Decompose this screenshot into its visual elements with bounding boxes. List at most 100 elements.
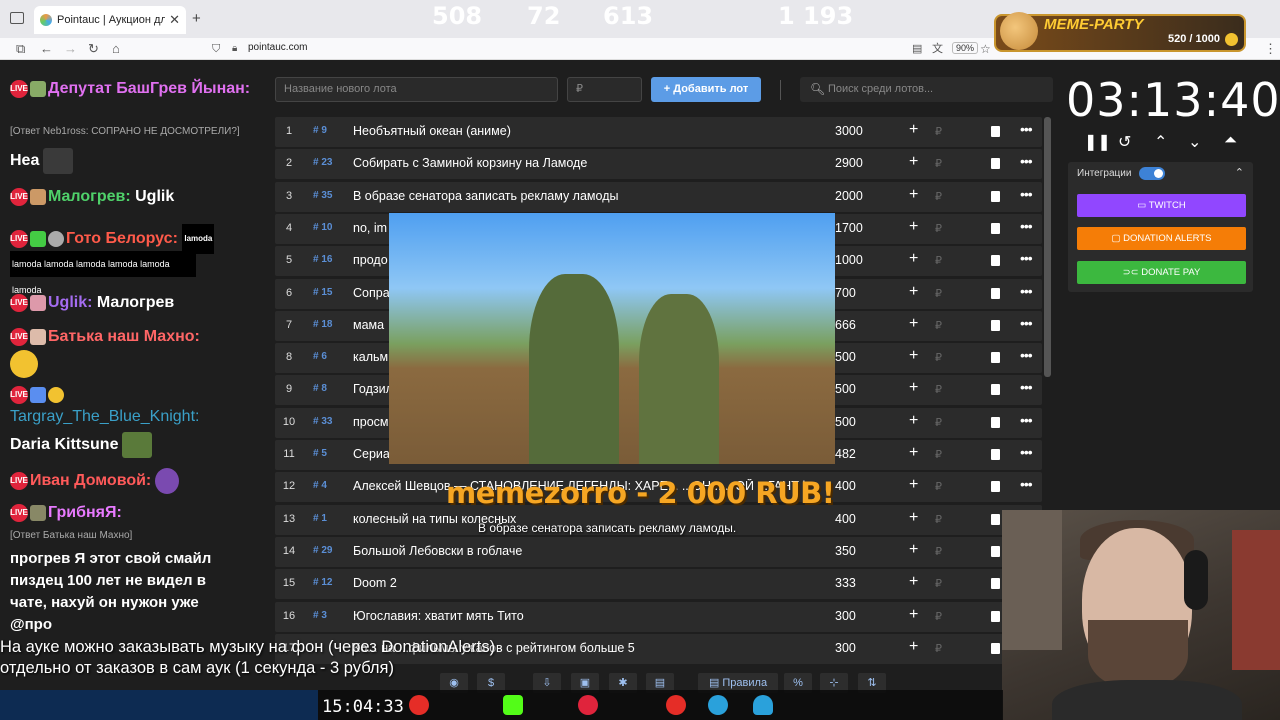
donation-alerts-button[interactable]: ▢ DONATION ALERTS — [1077, 227, 1246, 250]
lot-name[interactable]: Большой Лебовски в гоблаче — [353, 544, 823, 558]
lot-row[interactable]: 1 # 9 Необъятный океан (аниме) 3000 + ₽ ••• — [275, 117, 1042, 147]
add-amount-icon[interactable]: + — [909, 379, 918, 397]
add-amount-icon[interactable]: + — [909, 412, 918, 430]
more-options-icon[interactable]: ••• — [1020, 250, 1033, 266]
more-options-icon[interactable]: ••• — [1020, 347, 1033, 363]
add-amount-icon[interactable]: + — [909, 283, 918, 301]
reload-icon[interactable]: ↻ — [88, 41, 99, 57]
delete-icon[interactable] — [991, 287, 1000, 299]
add-amount-icon[interactable]: + — [909, 509, 918, 527]
delete-icon[interactable] — [991, 513, 1000, 525]
lot-row[interactable]: 16# 3Югославия: хватит мять Тито300+₽••• — [275, 601, 1042, 632]
lot-search-input[interactable]: 🔍︎ Поиск среди лотов... — [800, 77, 1053, 102]
delete-icon[interactable] — [991, 449, 1000, 460]
lot-amount[interactable]: 666 — [835, 318, 875, 332]
add-amount-icon[interactable]: + — [909, 573, 918, 591]
add-amount-icon[interactable]: + — [909, 315, 918, 333]
menu-icon[interactable]: ⋮ — [1264, 41, 1277, 57]
close-tab-icon[interactable]: ✕ — [169, 12, 180, 28]
add-lot-button[interactable]: + Добавить лот — [651, 77, 761, 102]
lot-amount[interactable]: 500 — [835, 350, 875, 364]
donate-pay-button[interactable]: ⊃⊂ DONATE PAY — [1077, 261, 1246, 284]
delete-icon[interactable] — [991, 352, 1000, 364]
more-options-icon[interactable]: ••• — [1020, 153, 1033, 169]
reset-icon[interactable]: ↺ — [1118, 132, 1131, 152]
chevron-up-icon[interactable]: ⌃ — [1154, 132, 1167, 152]
add-amount-icon[interactable]: + — [909, 218, 918, 236]
delete-icon[interactable] — [991, 545, 1000, 557]
home-icon[interactable]: ⌂ — [112, 41, 120, 57]
double-chevron-up-icon[interactable]: ⏶ — [1224, 132, 1237, 150]
add-amount-icon[interactable]: + — [909, 606, 918, 624]
lot-name[interactable]: Югославия: хватит мять Тито — [353, 609, 823, 623]
integrations-toggle[interactable] — [1139, 167, 1165, 180]
back-icon[interactable]: ← — [40, 41, 53, 57]
lot-amount[interactable]: 500 — [835, 415, 875, 429]
lots-scrollbar[interactable] — [1044, 117, 1051, 377]
more-options-icon[interactable]: ••• — [1020, 121, 1033, 137]
delete-icon[interactable] — [991, 255, 1000, 267]
lot-amount[interactable]: 1000 — [835, 253, 875, 267]
lot-amount[interactable]: 400 — [835, 479, 875, 493]
add-amount-icon[interactable]: + — [909, 638, 918, 656]
delete-icon[interactable] — [991, 319, 1000, 331]
more-options-icon[interactable]: ••• — [1020, 315, 1033, 331]
lot-amount[interactable]: 333 — [835, 576, 875, 590]
lot-amount[interactable]: 300 — [835, 641, 875, 655]
lot-amount[interactable]: 300 — [835, 609, 875, 623]
chevron-up-icon[interactable]: ⌃ — [1235, 166, 1244, 179]
delete-icon[interactable] — [991, 384, 1000, 396]
more-options-icon[interactable]: ••• — [1020, 476, 1033, 492]
lot-name[interactable]: Собирать с Заминой корзину на Ламоде — [353, 156, 823, 170]
lot-name[interactable]: Необъятный океан (аниме) — [353, 124, 823, 138]
pause-icon[interactable]: ❚❚ — [1084, 132, 1111, 152]
url-bar[interactable]: pointauc.com — [248, 42, 307, 53]
delete-icon[interactable] — [991, 126, 1000, 137]
amount-input[interactable]: ₽ — [567, 77, 642, 102]
delete-icon[interactable] — [991, 642, 1000, 654]
translate-icon[interactable]: 文 — [932, 41, 943, 57]
lot-amount[interactable]: 700 — [835, 286, 875, 300]
more-options-icon[interactable]: ••• — [1020, 412, 1033, 428]
lot-amount[interactable]: 500 — [835, 382, 875, 396]
browser-tab[interactable]: Pointauc | Аукцион для стриме ✕ — [34, 6, 186, 34]
new-lot-input[interactable]: Название нового лота — [275, 77, 558, 102]
delete-icon[interactable] — [991, 222, 1000, 234]
delete-icon[interactable] — [991, 190, 1000, 202]
sidebar-toggle-icon[interactable]: ⧉ — [16, 41, 25, 57]
more-options-icon[interactable]: ••• — [1020, 444, 1033, 460]
new-tab-icon[interactable]: + — [192, 10, 201, 27]
add-amount-icon[interactable]: + — [909, 186, 918, 204]
lot-amount[interactable]: 1700 — [835, 221, 875, 235]
add-amount-icon[interactable]: + — [909, 476, 918, 494]
add-amount-icon[interactable]: + — [909, 541, 918, 559]
reader-view-icon[interactable]: ▤ — [912, 41, 922, 57]
lot-amount[interactable]: 350 — [835, 544, 875, 558]
delete-icon[interactable] — [991, 158, 1000, 170]
add-amount-icon[interactable]: + — [909, 444, 918, 462]
zoom-level[interactable]: 90% — [952, 42, 979, 54]
add-amount-icon[interactable]: + — [909, 250, 918, 268]
more-options-icon[interactable]: ••• — [1020, 218, 1033, 234]
delete-icon[interactable] — [991, 481, 1000, 493]
add-amount-icon[interactable]: + — [909, 121, 918, 139]
lot-amount[interactable]: 400 — [835, 512, 875, 526]
add-amount-icon[interactable]: + — [909, 347, 918, 365]
more-options-icon[interactable]: ••• — [1020, 186, 1033, 202]
lot-row[interactable]: 15# 12Doom 2333+₽••• — [275, 569, 1042, 600]
forward-icon[interactable]: → — [64, 41, 77, 57]
lot-amount[interactable]: 2900 — [835, 156, 875, 170]
lot-row[interactable]: 3 # 35 В образе сенатора записать рекламу … — [275, 181, 1042, 212]
more-options-icon[interactable]: ••• — [1020, 379, 1033, 395]
lot-amount[interactable]: 482 — [835, 447, 875, 461]
bookmark-star-icon[interactable]: ☆ — [980, 41, 991, 57]
add-amount-icon[interactable]: + — [909, 153, 918, 171]
lot-name[interactable]: Doom 2 — [353, 576, 823, 590]
chevron-down-icon[interactable]: ⌄ — [1188, 132, 1201, 152]
lot-name[interactable]: В образе сенатора записать рекламу ламод… — [353, 189, 823, 203]
shield-icon[interactable]: ⛉ — [212, 41, 220, 57]
more-options-icon[interactable]: ••• — [1020, 283, 1033, 299]
lot-row[interactable]: 14# 29Большой Лебовски в гоблаче350+₽••• — [275, 536, 1042, 567]
delete-icon[interactable] — [991, 416, 1000, 428]
twitch-button[interactable]: ▭ TWITCH — [1077, 194, 1246, 217]
